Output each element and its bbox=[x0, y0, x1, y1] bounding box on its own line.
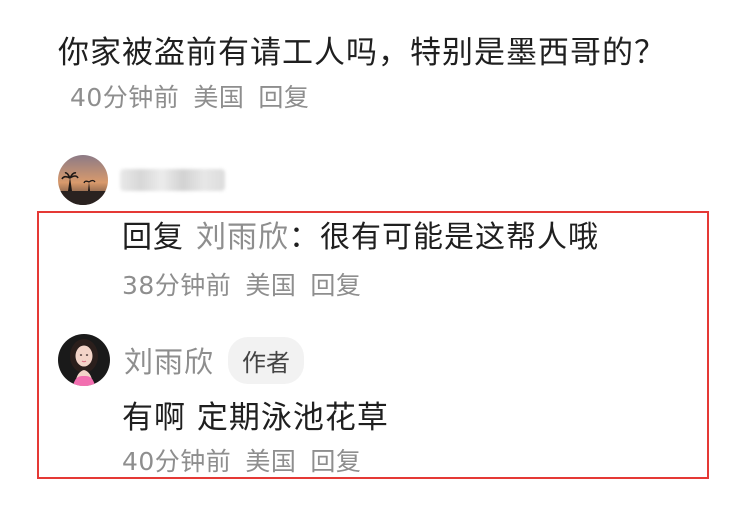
author-reply-location: 美国 bbox=[245, 447, 297, 476]
reply-target-user[interactable]: 刘雨欣 bbox=[196, 220, 289, 255]
author-reply-time: 40分钟前 bbox=[122, 447, 232, 476]
reply-reply-button[interactable]: 回复 bbox=[310, 271, 361, 300]
author-row: 刘雨欣 作者 bbox=[58, 334, 305, 386]
top-comment-meta: 40分钟前 美国 回复 bbox=[70, 83, 309, 112]
top-comment-time: 40分钟前 bbox=[70, 83, 180, 112]
reply-prefix: 回复 bbox=[122, 220, 184, 255]
author-reply-text: 有啊 定期泳池花草 bbox=[122, 400, 389, 436]
top-comment-location: 美国 bbox=[193, 83, 245, 112]
reply-location: 美国 bbox=[245, 271, 297, 300]
reply-time: 38分钟前 bbox=[122, 271, 232, 300]
avatar[interactable] bbox=[58, 155, 108, 205]
reply-comment-text: 回复 刘雨欣：很有可能是这帮人哦 bbox=[122, 216, 599, 260]
author-badge: 作者 bbox=[228, 336, 305, 384]
author-reply-button[interactable]: 回复 bbox=[310, 447, 361, 476]
top-comment-reply-button[interactable]: 回复 bbox=[258, 83, 309, 112]
woman-avatar-image bbox=[58, 334, 110, 386]
author-avatar[interactable] bbox=[58, 334, 110, 386]
top-comment: 你家被盗前有请工人吗，特别是墨西哥的？ 40分钟前 美国 回复 bbox=[58, 28, 708, 114]
author-reply-meta: 40分钟前 美国 回复 bbox=[122, 442, 361, 478]
reply-user-row bbox=[58, 155, 225, 205]
reply-body: ：很有可能是这帮人哦 bbox=[289, 220, 599, 255]
top-comment-text: 你家被盗前有请工人吗，特别是墨西哥的？ bbox=[58, 35, 666, 71]
reply-meta: 38分钟前 美国 回复 bbox=[122, 266, 361, 302]
sunset-avatar-image bbox=[58, 155, 108, 205]
blurred-username bbox=[120, 169, 225, 191]
author-username[interactable]: 刘雨欣 bbox=[124, 339, 214, 381]
